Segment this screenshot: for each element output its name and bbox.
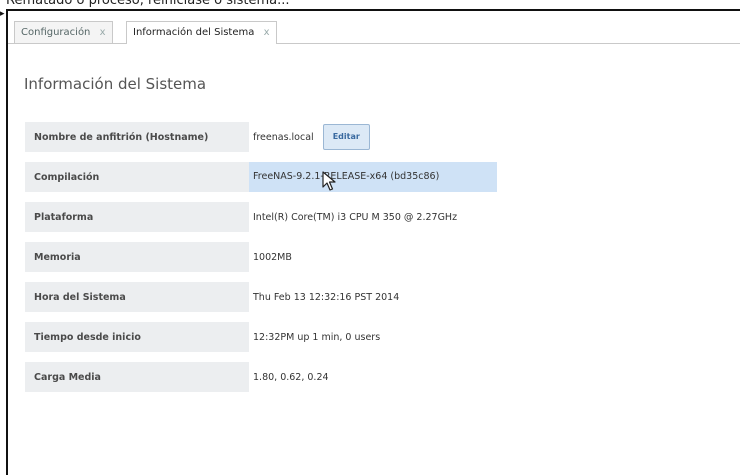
table-row: Carga Media 1.80, 0.62, 0.24 <box>25 362 513 392</box>
tab-label: Configuración <box>21 27 91 38</box>
tab-label: Información del Sistema <box>133 27 255 38</box>
close-icon[interactable]: x <box>100 27 106 38</box>
tab-configuracion[interactable]: Configuración x <box>14 21 113 43</box>
row-value-compilacion: FreeNAS-9.2.1-RELEASE-x64 (bd35c86) <box>249 162 513 192</box>
row-value-tiempo-desde-inicio: 12:32PM up 1 min, 0 users <box>253 331 381 343</box>
table-row: Tiempo desde inicio 12:32PM up 1 min, 0 … <box>25 322 513 352</box>
close-icon[interactable]: x <box>264 27 270 38</box>
compilacion-value[interactable]: FreeNAS-9.2.1-RELEASE-x64 (bd35c86) <box>249 162 497 192</box>
tab-bar: Configuración x Información del Sistema … <box>8 11 740 44</box>
row-label-tiempo-desde-inicio: Tiempo desde inicio <box>25 322 249 352</box>
row-value-hora-del-sistema: Thu Feb 13 12:32:16 PST 2014 <box>253 291 400 303</box>
row-value-carga-media: 1.80, 0.62, 0.24 <box>253 371 329 383</box>
row-label-compilacion: Compilación <box>25 162 249 192</box>
hostname-value: freenas.local <box>253 131 314 143</box>
row-label-plataforma: Plataforma <box>25 202 249 232</box>
table-row: Hora del Sistema Thu Feb 13 12:32:16 PST… <box>25 282 513 312</box>
tab-informacion-del-sistema[interactable]: Información del Sistema x <box>126 21 277 44</box>
mouse-pointer-icon <box>322 171 336 191</box>
row-label-carga-media: Carga Media <box>25 362 249 392</box>
row-value-memoria: 1002MB <box>253 251 292 263</box>
app-window: Configuración x Información del Sistema … <box>6 9 740 475</box>
row-label-hora-del-sistema: Hora del Sistema <box>25 282 249 312</box>
row-value-hostname: freenas.local Editar <box>249 122 513 152</box>
caption-text: Rematado o proceso, reiniciase o sistema… <box>6 0 290 8</box>
table-row: Plataforma Intel(R) Core(TM) i3 CPU M 35… <box>25 202 513 232</box>
row-label-hostname: Nombre de anfitrión (Hostname) <box>25 122 249 152</box>
table-row: Nombre de anfitrión (Hostname) freenas.l… <box>25 122 513 152</box>
page-title: Información del Sistema <box>24 75 207 93</box>
row-value-plataforma: Intel(R) Core(TM) i3 CPU M 350 @ 2.27GHz <box>253 211 458 223</box>
table-row: Compilación FreeNAS-9.2.1-RELEASE-x64 (b… <box>25 162 513 192</box>
system-info-table: Nombre de anfitrión (Hostname) freenas.l… <box>25 112 513 402</box>
table-row: Memoria 1002MB <box>25 242 513 272</box>
edit-hostname-button[interactable]: Editar <box>322 124 370 150</box>
row-label-memoria: Memoria <box>25 242 249 272</box>
